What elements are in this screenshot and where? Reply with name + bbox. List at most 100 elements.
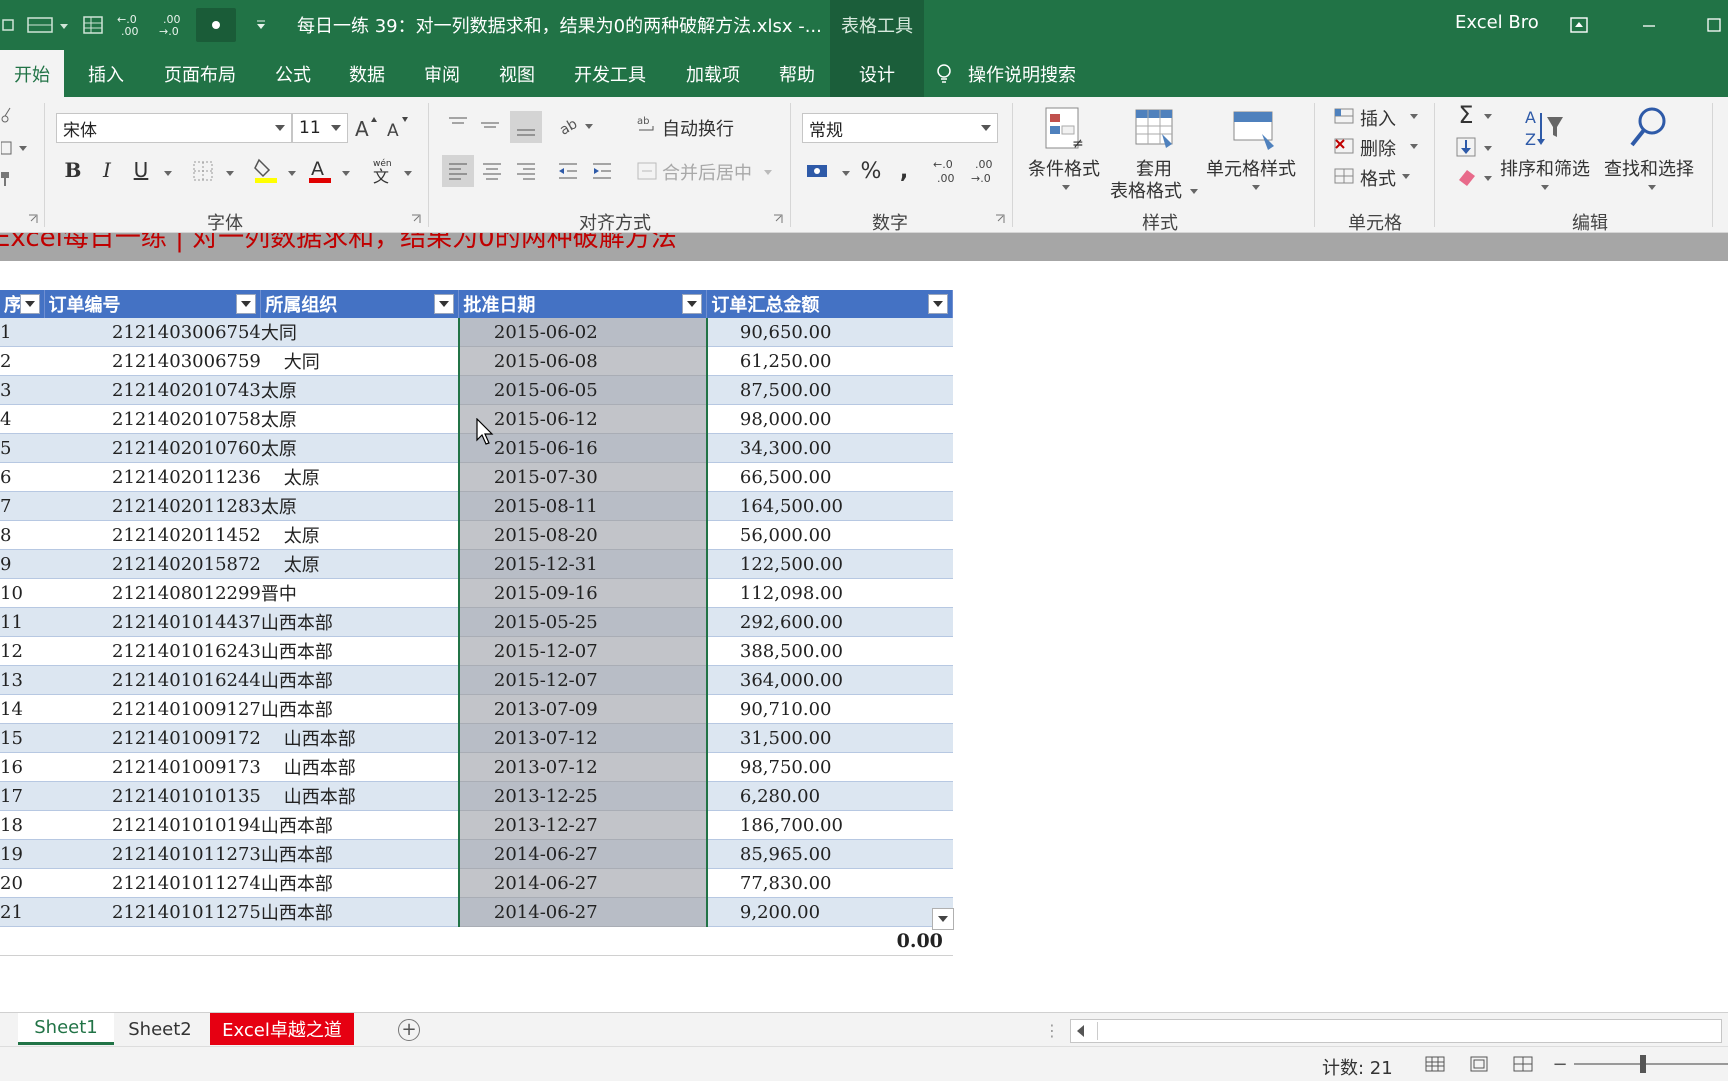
comma-style-icon[interactable]: , [894, 155, 914, 187]
tab-review[interactable]: 审阅 [415, 50, 469, 97]
filter-amount-button[interactable] [928, 294, 949, 314]
percent-icon[interactable]: % [858, 155, 884, 187]
user-name[interactable]: Excel Bro [1455, 12, 1539, 33]
cell-order-id[interactable]: 2121401010135 [44, 781, 261, 811]
cell-order-id[interactable]: 2121401009172 [44, 723, 261, 753]
insert-cells-icon[interactable] [1332, 105, 1356, 127]
zoom-slider-thumb[interactable] [1640, 1055, 1646, 1073]
align-center-icon[interactable] [478, 155, 506, 187]
format-painter-brush-icon[interactable] [0, 169, 12, 189]
sort-filter-icon[interactable]: AZ [1518, 103, 1568, 153]
format-as-table-dropdown-icon[interactable] [1190, 189, 1198, 194]
cell-date[interactable]: 2013-07-12 [457, 752, 708, 782]
cell-seq[interactable]: 9 [0, 549, 44, 579]
filter-date-button[interactable] [682, 294, 703, 314]
number-launcher-icon[interactable] [994, 213, 1006, 225]
cell-date[interactable]: 2013-07-12 [457, 723, 708, 753]
cell-amount[interactable]: 9,200.00 [706, 897, 953, 927]
tab-data[interactable]: 数据 [340, 50, 394, 97]
font-launcher-icon[interactable] [410, 213, 422, 225]
cell-amount[interactable]: 34,300.00 [706, 433, 953, 463]
tab-design[interactable]: 设计 [830, 50, 924, 97]
cell-styles-label[interactable]: 单元格样式 [1206, 155, 1296, 181]
zoom-out-icon[interactable]: − [1552, 1054, 1568, 1075]
orientation-icon[interactable]: ab [556, 111, 596, 139]
align-left-icon[interactable] [442, 155, 474, 187]
horizontal-scrollbar[interactable] [1070, 1019, 1722, 1043]
conditional-format-icon[interactable]: ≠ [1040, 103, 1090, 153]
conditional-format-dropdown-icon[interactable] [1062, 185, 1070, 190]
cell-date[interactable]: 2015-08-20 [457, 520, 708, 550]
total-amount-cell[interactable]: 0.00 [706, 926, 953, 956]
sort-filter-dropdown-icon[interactable] [1541, 185, 1549, 190]
borders-icon[interactable] [190, 157, 216, 185]
cell-date[interactable]: 2015-12-07 [457, 636, 708, 666]
cell-org[interactable]: 太原 [260, 462, 459, 492]
cell-seq[interactable]: 5 [0, 433, 44, 463]
filter-seq-button[interactable] [19, 294, 40, 314]
cell-org[interactable]: 山西本部 [260, 868, 459, 898]
cell-amount[interactable]: 112,098.00 [706, 578, 953, 608]
cell-seq[interactable]: 7 [0, 491, 44, 521]
cell-order-id[interactable]: 2121402015872 [44, 549, 261, 579]
align-bottom-icon[interactable] [510, 111, 542, 143]
format-as-table-icon[interactable] [1130, 103, 1180, 153]
normal-view-icon[interactable] [1422, 1053, 1448, 1075]
sheet-tab-sheet1[interactable]: Sheet1 [18, 1013, 114, 1045]
cell-date[interactable]: 2015-06-08 [457, 346, 708, 376]
clear-icon[interactable] [1452, 163, 1480, 191]
increase-decimal-icon[interactable]: .00 →.0 [154, 8, 190, 42]
tab-help[interactable]: 帮助 [770, 50, 824, 97]
cell-seq[interactable]: 15 [0, 723, 44, 753]
tab-splitter-icon[interactable]: ⋮ [1044, 1021, 1060, 1040]
find-select-dropdown-icon[interactable] [1648, 185, 1656, 190]
cell-amount[interactable]: 186,700.00 [706, 810, 953, 840]
cell-seq[interactable]: 19 [0, 839, 44, 869]
cell-date[interactable]: 2013-07-09 [457, 694, 708, 724]
customize-toolbar-icon[interactable] [246, 8, 276, 42]
table-grid-icon[interactable] [76, 8, 110, 42]
cell-date[interactable]: 2015-05-25 [457, 607, 708, 637]
cell-org[interactable]: 太原 [260, 491, 459, 521]
phonetic-guide-icon[interactable]: wén 文 [368, 155, 396, 185]
zoom-slider-track[interactable] [1574, 1063, 1728, 1065]
cell-amount[interactable]: 364,000.00 [706, 665, 953, 695]
record-icon[interactable] [196, 8, 236, 42]
cell-amount[interactable]: 56,000.00 [706, 520, 953, 550]
ribbon-decrease-decimal-icon[interactable]: .00 →.0 [968, 153, 1002, 189]
merge-center-icon[interactable] [634, 157, 660, 185]
cell-seq[interactable]: 4 [0, 404, 44, 434]
cell-date[interactable]: 2015-06-05 [457, 375, 708, 405]
cell-date[interactable]: 2015-06-02 [457, 318, 708, 347]
clear-dropdown-icon[interactable] [1484, 176, 1492, 181]
cell-org[interactable]: 山西本部 [260, 752, 459, 782]
cell-amount[interactable]: 122,500.00 [706, 549, 953, 579]
autosum-icon[interactable]: Σ [1452, 101, 1480, 129]
borders-dropdown-icon[interactable] [226, 171, 234, 176]
accounting-dropdown-icon[interactable] [842, 171, 850, 176]
number-format-combo[interactable]: 常规 [802, 113, 998, 143]
cell-order-id[interactable]: 2121401014437 [44, 607, 261, 637]
cell-amount[interactable]: 87,500.00 [706, 375, 953, 405]
cell-order-id[interactable]: 2121402010743 [44, 375, 261, 405]
tab-home[interactable]: 开始 [0, 50, 64, 97]
tab-insert[interactable]: 插入 [80, 50, 132, 97]
format-as-table-label-2[interactable]: 表格格式 [1110, 177, 1182, 203]
cell-date[interactable]: 2015-09-16 [457, 578, 708, 608]
cell-date[interactable]: 2013-12-27 [457, 810, 708, 840]
cell-org[interactable]: 山西本部 [260, 781, 459, 811]
decrease-indent-icon[interactable] [554, 155, 582, 187]
cell-amount[interactable]: 85,965.00 [706, 839, 953, 869]
align-right-icon[interactable] [512, 155, 540, 187]
cell-order-id[interactable]: 2121408012299 [44, 578, 261, 608]
merge-dropdown-icon[interactable] [764, 170, 772, 175]
cell-date[interactable]: 2015-12-31 [457, 549, 708, 579]
total-dropdown-button[interactable] [932, 908, 954, 930]
cell-seq[interactable]: 3 [0, 375, 44, 405]
cell-org[interactable]: 山西本部 [260, 607, 459, 637]
cell-org[interactable]: 太原 [260, 404, 459, 434]
cell-amount[interactable]: 61,250.00 [706, 346, 953, 376]
cell-amount[interactable]: 77,830.00 [706, 868, 953, 898]
autosum-dropdown-icon[interactable] [1484, 114, 1492, 119]
insert-dropdown-icon[interactable] [1410, 114, 1418, 119]
